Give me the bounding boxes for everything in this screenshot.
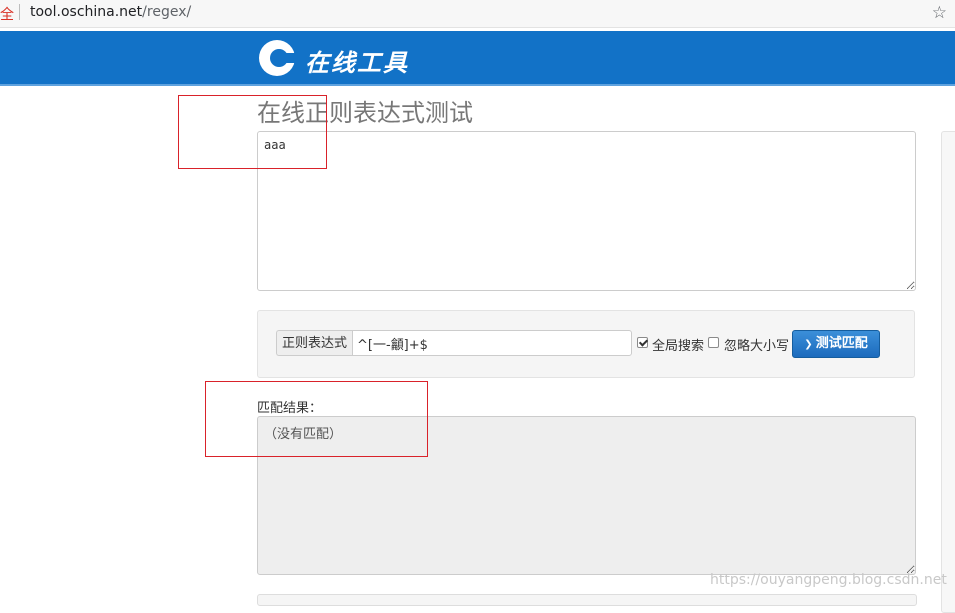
url-field[interactable]: tool.oschina.net/regex/ [30,4,191,20]
regex-input-addon: 正则表达式 [276,330,352,356]
side-panel [941,131,955,613]
global-search-checkbox[interactable] [637,337,648,348]
annotation-box-input [178,95,327,169]
browser-address-bar: 全 tool.oschina.net/regex/ ☆ [0,0,955,28]
regex-input[interactable] [352,330,632,356]
ignore-case-label[interactable]: 忽略大小写 [724,335,789,354]
site-header: 在线工具 [0,31,955,86]
test-match-button[interactable]: ❯ 测试匹配 [792,330,880,358]
lower-panel [257,594,917,606]
url-host: tool.oschina.net [30,4,143,20]
source-text-input[interactable]: aaa [257,131,916,291]
bookmark-star-icon[interactable]: ☆ [932,3,947,23]
annotation-box-result [205,381,428,457]
address-divider [19,4,20,20]
chevron-down-icon: ❯ [804,339,813,350]
test-match-label: 测试匹配 [815,336,868,351]
site-logo-text[interactable]: 在线工具 [305,43,409,78]
oschina-logo-icon[interactable] [258,39,296,77]
security-indicator[interactable]: 全 [0,4,14,24]
url-path: /regex/ [142,4,192,20]
watermark: https://ouyangpeng.blog.csdn.net [710,572,947,588]
global-search-label[interactable]: 全局搜索 [652,335,704,354]
ignore-case-checkbox[interactable] [708,337,719,348]
regex-form-panel: 正则表达式 全局搜索 忽略大小写 ❯测试匹配 [257,310,915,378]
